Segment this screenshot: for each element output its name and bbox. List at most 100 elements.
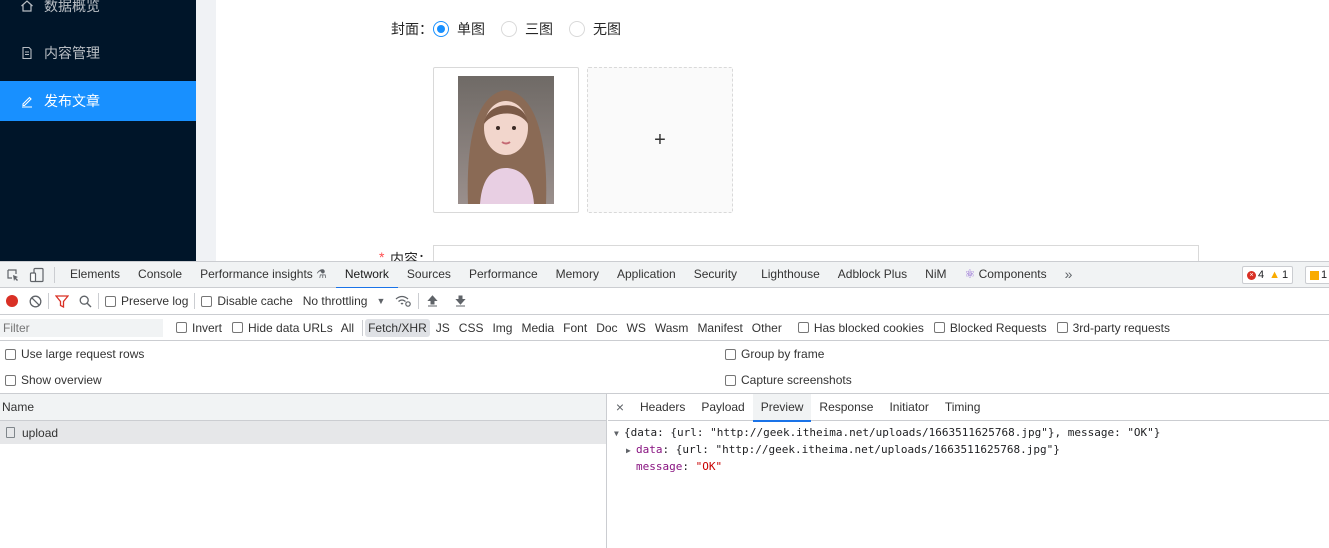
- filter-type-media[interactable]: Media: [518, 319, 557, 337]
- error-count: 4: [1258, 269, 1265, 281]
- cover-radio-none[interactable]: 无图: [569, 19, 621, 39]
- filter-type-css[interactable]: CSS: [456, 319, 487, 337]
- tab-elements[interactable]: Elements: [61, 262, 129, 288]
- large-request-rows-checkbox[interactable]: Use large request rows: [5, 347, 144, 361]
- tab-network[interactable]: Network: [335, 262, 398, 289]
- divider: [418, 293, 420, 309]
- tab-payload[interactable]: Payload: [693, 394, 752, 421]
- filter-type-img[interactable]: Img: [489, 319, 515, 337]
- radio-dot: [501, 21, 517, 37]
- json-value: "OK": [695, 460, 723, 473]
- preserve-log-checkbox[interactable]: Preserve log: [105, 294, 188, 308]
- cover-radio-three[interactable]: 三图: [501, 19, 553, 39]
- divider: [362, 319, 364, 336]
- checkbox-label: Has blocked cookies: [813, 320, 924, 335]
- json-key: message: [636, 460, 683, 473]
- preview-data-row[interactable]: ▶ data: {url: "http://geek.itheima.net/up…: [614, 442, 1329, 459]
- export-har-button[interactable]: [453, 295, 467, 307]
- filter-type-fetch-xhr[interactable]: Fetch/XHR: [365, 318, 430, 337]
- upload-button[interactable]: +: [587, 67, 733, 213]
- content-label: 内容：: [390, 251, 432, 261]
- filter-type-ws[interactable]: WS: [624, 319, 649, 337]
- cover-thumbnail[interactable]: [433, 67, 579, 213]
- hide-data-urls-checkbox[interactable]: Hide data URLs: [232, 321, 333, 335]
- tab-response[interactable]: Response: [811, 394, 881, 421]
- filter-type-js[interactable]: JS: [433, 319, 453, 337]
- tab-timing[interactable]: Timing: [937, 394, 989, 421]
- tab-performance-insights[interactable]: Performance insights ⚗: [191, 262, 336, 288]
- filter-type-manifest[interactable]: Manifest: [694, 319, 745, 337]
- network-filter-bar: Invert Hide data URLs All Fetch/XHR JS C…: [0, 315, 1329, 341]
- more-tabs-button[interactable]: »: [1056, 262, 1082, 288]
- tab-application[interactable]: Application: [608, 262, 685, 288]
- json-key: data: [636, 443, 663, 456]
- throttling-select[interactable]: No throttling ▼: [303, 294, 386, 308]
- cover-radio-single[interactable]: 单图: [433, 19, 485, 39]
- tab-components[interactable]: ⚛ Components: [955, 262, 1055, 288]
- checkbox-box: [201, 295, 213, 307]
- show-overview-checkbox[interactable]: Show overview: [5, 373, 102, 387]
- third-party-requests-checkbox[interactable]: 3rd-party requests: [1056, 321, 1170, 335]
- divider: [194, 293, 196, 309]
- has-blocked-cookies-checkbox[interactable]: Has blocked cookies: [797, 320, 924, 335]
- sidebar-item-overview[interactable]: 数据概览: [0, 0, 196, 26]
- collapse-arrow-icon: ▶: [626, 446, 631, 455]
- tab-nim[interactable]: NiM: [916, 262, 955, 288]
- filter-type-all[interactable]: All: [338, 319, 357, 337]
- info-icon: [1310, 270, 1319, 280]
- tab-lighthouse[interactable]: Lighthouse: [752, 262, 829, 288]
- tab-performance[interactable]: Performance: [460, 262, 547, 288]
- checkbox-label: Blocked Requests: [949, 320, 1047, 335]
- info-count: 1: [1321, 269, 1328, 281]
- inspect-element-icon[interactable]: [4, 268, 22, 282]
- dropdown-arrow-icon: ▼: [376, 296, 386, 306]
- network-conditions-button[interactable]: [394, 295, 412, 307]
- tab-headers[interactable]: Headers: [632, 394, 693, 421]
- invert-checkbox[interactable]: Invert: [176, 321, 222, 335]
- error-icon: ×: [1247, 270, 1256, 280]
- tab-initiator[interactable]: Initiator: [881, 394, 936, 421]
- tab-sources[interactable]: Sources: [398, 262, 460, 288]
- tab-preview[interactable]: Preview: [752, 393, 812, 422]
- issues-counter[interactable]: × 4 ▲ 1: [1242, 266, 1294, 284]
- record-button[interactable]: [5, 295, 19, 307]
- checkbox-box: [232, 322, 244, 333]
- clear-button[interactable]: [28, 295, 42, 308]
- throttling-value: No throttling: [302, 294, 368, 308]
- filter-input[interactable]: [0, 318, 163, 337]
- capture-screenshots-checkbox[interactable]: Capture screenshots: [725, 373, 852, 387]
- filter-type-wasm[interactable]: Wasm: [652, 319, 692, 337]
- device-toolbar-icon[interactable]: [26, 267, 48, 283]
- filter-type-other[interactable]: Other: [749, 319, 785, 337]
- info-counter[interactable]: 1: [1305, 266, 1329, 284]
- tab-adblock-plus[interactable]: Adblock Plus: [829, 262, 916, 288]
- filter-type-font[interactable]: Font: [560, 319, 590, 337]
- search-button[interactable]: [78, 295, 92, 308]
- checkbox-label: Preserve log: [121, 294, 189, 308]
- radio-dot: [569, 21, 585, 37]
- sidebar-item-content[interactable]: 内容管理: [0, 33, 196, 73]
- sidebar-item-publish[interactable]: 发布文章: [0, 81, 196, 121]
- preview-message-row: message: "OK": [636, 460, 723, 473]
- disable-cache-checkbox[interactable]: Disable cache: [201, 294, 293, 308]
- close-detail-button[interactable]: ×: [608, 399, 632, 415]
- radio-label: 三图: [525, 21, 553, 37]
- sidebar: 数据概览 内容管理 发布文章: [0, 0, 196, 261]
- tab-console[interactable]: Console: [129, 262, 191, 288]
- tab-security[interactable]: Security: [685, 262, 746, 288]
- tab-memory[interactable]: Memory: [547, 262, 608, 288]
- preview-root-row[interactable]: ▼ {data: {url: "http://geek.itheima.net/u…: [614, 425, 1329, 442]
- checkbox-label: Capture screenshots: [741, 373, 852, 387]
- import-har-button[interactable]: [425, 295, 439, 307]
- filter-button[interactable]: [55, 294, 69, 308]
- checkbox-box: [105, 295, 116, 307]
- filter-type-doc[interactable]: Doc: [593, 319, 620, 337]
- column-header-name[interactable]: Name: [0, 394, 606, 421]
- group-by-frame-checkbox[interactable]: Group by frame: [725, 347, 824, 361]
- checkbox-box: [797, 322, 809, 333]
- checkbox-label: Use large request rows: [21, 347, 145, 361]
- blocked-requests-checkbox[interactable]: Blocked Requests: [933, 320, 1047, 335]
- upload-icon: [427, 295, 438, 307]
- request-row[interactable]: upload: [0, 421, 606, 444]
- content-editor[interactable]: [433, 245, 1199, 261]
